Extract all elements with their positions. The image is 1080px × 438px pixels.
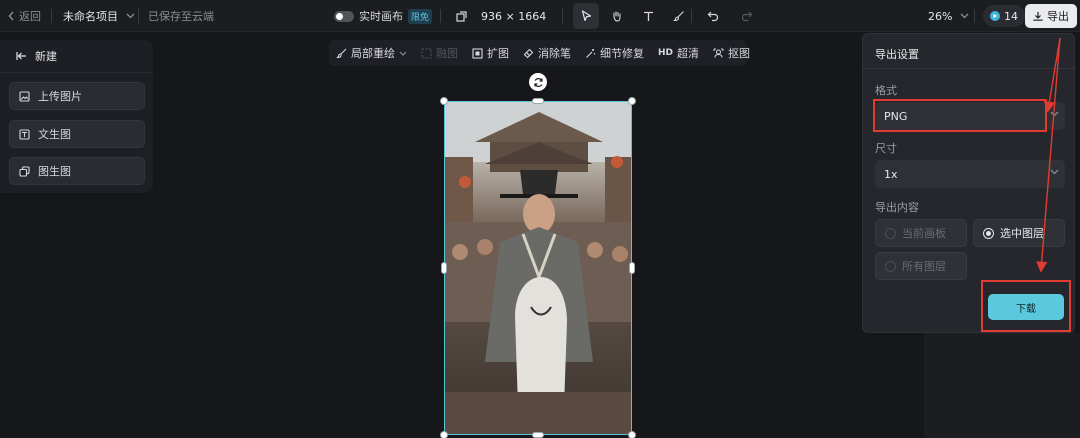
arrow-to-download — [1036, 37, 1061, 273]
arrow-to-format — [1043, 37, 1061, 113]
annotation-arrows — [1036, 37, 1061, 273]
